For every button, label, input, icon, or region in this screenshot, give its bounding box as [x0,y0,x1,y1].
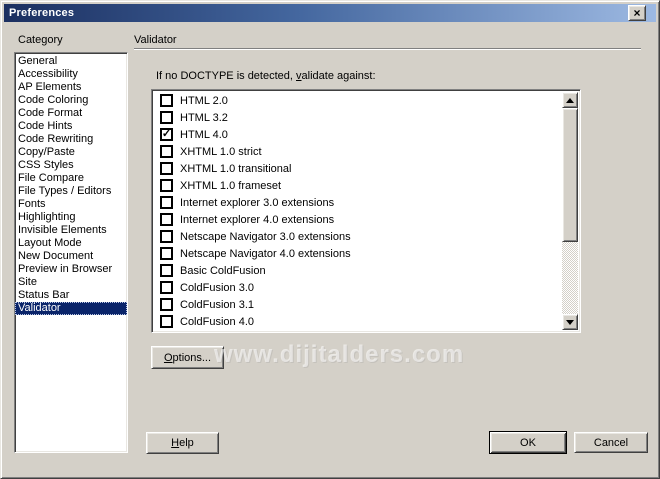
validator-row-label: Internet explorer 3.0 extensions [180,196,335,209]
ok-button[interactable]: OK [489,431,567,454]
window-title: Preferences [9,7,75,19]
checkbox-icon[interactable] [160,281,173,294]
checkbox-icon[interactable] [160,162,173,175]
validator-row[interactable]: ColdFusion 4.0 [154,313,562,330]
category-item[interactable]: Fonts [15,198,127,211]
checkbox-icon[interactable] [160,230,173,243]
validator-list[interactable]: HTML 2.0 HTML 3.2 ✓ HTML 4.0 XHTML 1.0 stric… [151,89,581,333]
checkbox-icon[interactable] [160,111,173,124]
panel-title: Validator [134,34,177,46]
close-button[interactable]: × [628,5,646,21]
checkbox-icon[interactable] [160,179,173,192]
validator-row-label: HTML 2.0 [180,94,228,107]
scrollbar-thumb[interactable] [562,108,578,242]
validator-row-label: Basic ColdFusion [180,264,266,277]
validator-row-label: Netscape Navigator 4.0 extensions [180,247,351,260]
validator-row[interactable]: Netscape Navigator 3.0 extensions [154,228,562,245]
scroll-up-button[interactable] [562,92,578,108]
options-button[interactable]: Options... [151,346,224,369]
validator-row[interactable]: Internet explorer 4.0 extensions [154,211,562,228]
checkbox-icon[interactable] [160,298,173,311]
category-item[interactable]: AP Elements [15,81,127,94]
validator-row[interactable]: XHTML 1.0 strict [154,143,562,160]
preferences-dialog: Preferences × Category Validator General… [0,0,660,479]
validator-row-label: XHTML 1.0 strict [180,145,262,158]
checkbox-icon[interactable] [160,145,173,158]
validator-row-label: XHTML 1.0 frameset [180,179,282,192]
panel-separator [134,48,641,50]
category-label: Category [18,34,63,46]
help-button[interactable]: Help [146,432,219,454]
validator-rows: HTML 2.0 HTML 3.2 ✓ HTML 4.0 XHTML 1.0 stric… [154,92,562,330]
validator-row[interactable]: Netscape Navigator 4.0 extensions [154,245,562,262]
scroll-down-button[interactable] [562,314,578,330]
category-item[interactable]: Layout Mode [15,237,127,250]
checkbox-icon[interactable] [160,196,173,209]
validator-row-label: XHTML 1.0 transitional [180,162,292,175]
scroll-up-icon [566,97,574,103]
checkbox-checked-icon[interactable]: ✓ [160,128,173,141]
vertical-scrollbar[interactable] [562,92,578,330]
checkbox-icon[interactable] [160,213,173,226]
validator-row[interactable]: ColdFusion 3.1 [154,296,562,313]
close-icon: × [633,5,641,20]
category-item[interactable]: Invisible Elements [15,224,127,237]
scroll-down-icon [566,319,574,325]
validator-row-label: HTML 3.2 [180,111,228,124]
validator-row-label: ColdFusion 3.0 [180,281,254,294]
category-item[interactable]: Code Rewriting [15,133,127,146]
checkbox-icon[interactable] [160,264,173,277]
category-item[interactable]: Accessibility [15,68,127,81]
validator-row[interactable]: HTML 3.2 [154,109,562,126]
checkbox-icon[interactable] [160,315,173,328]
validator-row[interactable]: Internet explorer 3.0 extensions [154,194,562,211]
validator-row-label: ColdFusion 3.1 [180,298,254,311]
category-item[interactable]: File Types / Editors [15,185,127,198]
validator-row-label: HTML 4.0 [180,128,228,141]
title-bar[interactable]: Preferences × [4,4,656,22]
category-item[interactable]: Site [15,276,127,289]
category-item[interactable]: Code Coloring [15,94,127,107]
category-item[interactable]: CSS Styles [15,159,127,172]
category-item[interactable]: File Compare [15,172,127,185]
category-item[interactable]: General [15,55,127,68]
cancel-button[interactable]: Cancel [574,432,648,453]
watermark: www.dijitalders.com [214,341,465,368]
category-item[interactable]: Validator [15,302,127,315]
category-list[interactable]: General Accessibility AP Elements Code Colo… [14,52,128,453]
validator-row[interactable]: HTML 2.0 [154,92,562,109]
validator-row-label: ColdFusion 4.0 [180,315,254,328]
validator-row[interactable]: ✓ HTML 4.0 [154,126,562,143]
validator-row[interactable]: ColdFusion 3.0 [154,279,562,296]
category-item[interactable]: New Document [15,250,127,263]
category-item[interactable]: Code Hints [15,120,127,133]
category-item[interactable]: Preview in Browser [15,263,127,276]
checkbox-icon[interactable] [160,94,173,107]
category-item[interactable]: Highlighting [15,211,127,224]
validator-row[interactable]: Basic ColdFusion [154,262,562,279]
validator-row[interactable]: XHTML 1.0 transitional [154,160,562,177]
category-item[interactable]: Code Format [15,107,127,120]
validator-row[interactable]: XHTML 1.0 frameset [154,177,562,194]
category-item[interactable]: Copy/Paste [15,146,127,159]
doctype-label: If no DOCTYPE is detected, validate agai… [156,70,376,82]
checkbox-icon[interactable] [160,247,173,260]
validator-row-label: Internet explorer 4.0 extensions [180,213,335,226]
category-item[interactable]: Status Bar [15,289,127,302]
validator-row-label: Netscape Navigator 3.0 extensions [180,230,351,243]
